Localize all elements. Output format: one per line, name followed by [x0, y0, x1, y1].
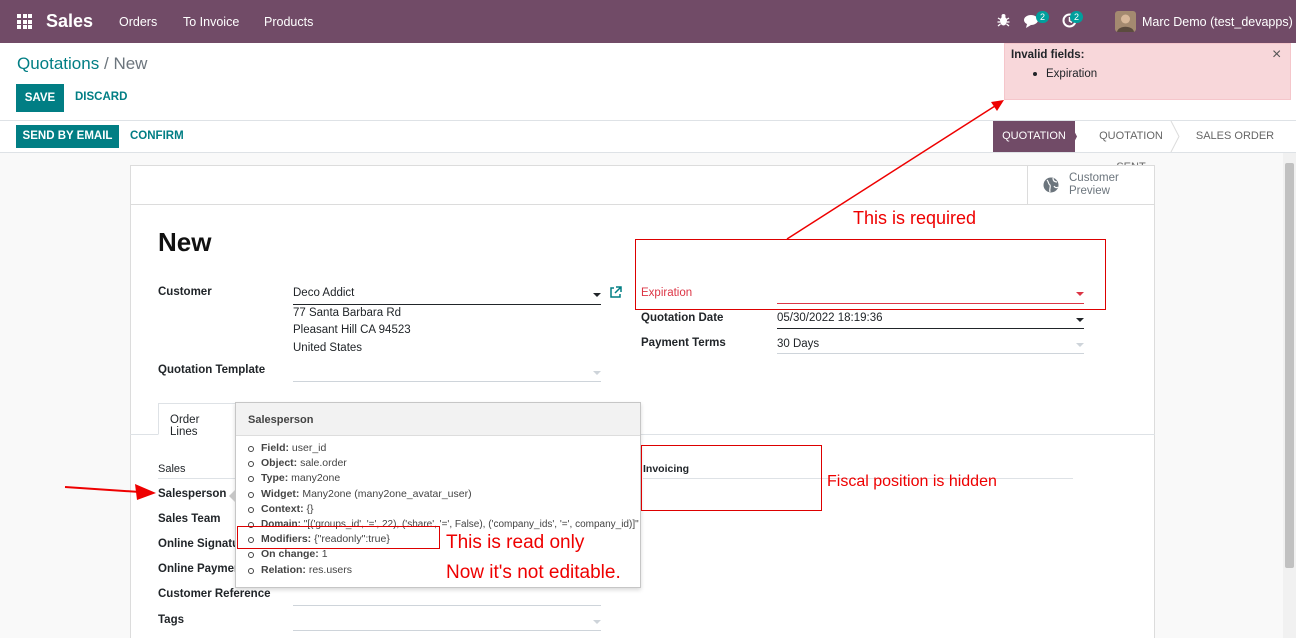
quotation-date-label: Quotation Date — [641, 312, 724, 324]
tooltip-row: Context: {} — [248, 502, 639, 517]
scrollbar-thumb[interactable] — [1285, 163, 1294, 568]
quotation-template-input[interactable] — [293, 381, 601, 382]
tooltip-pointer — [229, 490, 235, 502]
tooltip-title: Salesperson — [236, 403, 640, 436]
payment-terms-dropdown-icon[interactable] — [1076, 343, 1084, 347]
debug-bug-icon[interactable] — [997, 13, 1010, 30]
field-tooltip: Salesperson Field: user_id Object: sale.… — [235, 402, 641, 588]
user-menu[interactable]: Marc Demo (test_devapps) — [1142, 15, 1293, 29]
annotation-readonly: This is read only — [446, 532, 585, 553]
menu-products[interactable]: Products — [264, 15, 313, 29]
customer-dropdown-icon[interactable] — [593, 293, 601, 297]
address-line-1: 77 Santa Barbara Rd — [293, 307, 402, 319]
tags-input[interactable] — [293, 630, 601, 631]
notification-title: Invalid fields: — [1011, 49, 1085, 61]
record-title: New — [158, 227, 212, 257]
online-signature-label: Online Signatu — [158, 538, 240, 550]
status-bar: SEND BY EMAIL CONFIRM QUOTATION QUOTATIO… — [0, 121, 1296, 173]
customer-label: Customer — [158, 286, 212, 298]
payment-terms-label: Payment Terms — [641, 337, 726, 349]
breadcrumb-current: New — [113, 54, 148, 73]
salesperson-label: Salesperson — [158, 488, 227, 500]
customer-reference-label: Customer Reference — [158, 588, 271, 600]
tags-dropdown-icon[interactable] — [593, 620, 601, 624]
annotation-required: This is required — [853, 208, 977, 228]
tooltip-row: Object: sale.order — [248, 456, 639, 471]
annotation-fiscal-hidden: Fiscal position is hidden — [827, 473, 997, 490]
notification-item: Expiration — [1046, 68, 1098, 80]
customer-underline — [293, 304, 601, 305]
template-dropdown-icon[interactable] — [593, 371, 601, 375]
customer-preview-button[interactable]: Customer Preview — [1027, 166, 1155, 204]
activity-count-badge: 2 — [1070, 11, 1084, 23]
notification-bullet — [1033, 72, 1037, 76]
quotation-date-input[interactable]: 05/30/2022 18:19:36 — [777, 312, 883, 324]
sheet-divider — [131, 204, 1154, 205]
stage-quotation-sent[interactable]: QUOTATION SENT — [1083, 121, 1179, 173]
globe-icon — [1043, 177, 1059, 193]
sales-team-label: Sales Team — [158, 513, 221, 525]
quotation-date-dropdown-icon[interactable] — [1076, 318, 1084, 322]
customer-preview-line1: Customer — [1069, 172, 1119, 184]
payment-terms-input[interactable]: 30 Days — [777, 338, 819, 350]
online-payment-label: Online Paymen — [158, 563, 242, 575]
sales-group-heading: Sales — [158, 463, 186, 475]
tab-order-lines[interactable]: Order Lines — [158, 403, 238, 438]
invalid-fields-notification: Invalid fields: Expiration × — [1004, 43, 1291, 100]
breadcrumb-separator: / — [103, 54, 109, 73]
save-button[interactable]: SAVE — [16, 84, 64, 112]
chat-count-badge: 2 — [1036, 11, 1050, 23]
address-line-3: United States — [293, 342, 363, 354]
annotation-not-editable: Now it's not editable. — [446, 562, 621, 583]
apps-menu-icon[interactable] — [17, 14, 32, 29]
tooltip-row: Type: many2one — [248, 471, 639, 486]
invoicing-highlight-box — [641, 445, 822, 511]
quotation-template-label: Quotation Template — [158, 364, 266, 376]
menu-orders[interactable]: Orders — [119, 15, 157, 29]
user-avatar[interactable] — [1115, 11, 1136, 32]
modifiers-highlight-box — [237, 526, 440, 549]
quotation-date-underline — [777, 328, 1084, 329]
customer-reference-input[interactable] — [293, 605, 601, 606]
tooltip-details: Field: user_id Object: sale.order Type: … — [248, 441, 639, 578]
tooltip-row: Field: user_id — [248, 441, 639, 456]
tooltip-row: Widget: Many2one (many2one_avatar_user) — [248, 487, 639, 502]
tags-label: Tags — [158, 614, 184, 626]
notification-close-icon[interactable]: × — [1272, 46, 1281, 64]
menu-to-invoice[interactable]: To Invoice — [183, 15, 239, 29]
confirm-button[interactable]: CONFIRM — [130, 130, 184, 142]
customer-input[interactable]: Deco Addict — [293, 287, 354, 299]
customer-preview-line2: Preview — [1069, 185, 1110, 197]
page-scrollbar[interactable] — [1283, 153, 1296, 638]
breadcrumb: Quotations / New — [17, 54, 147, 74]
payment-terms-underline — [777, 353, 1084, 354]
app-name[interactable]: Sales — [46, 11, 93, 32]
breadcrumb-quotations[interactable]: Quotations — [17, 54, 99, 73]
external-link-icon[interactable] — [609, 286, 622, 299]
address-line-2: Pleasant Hill CA 94523 — [293, 324, 411, 336]
stage-quotation[interactable]: QUOTATION — [993, 121, 1075, 152]
expiration-highlight-box — [635, 239, 1106, 310]
top-navbar: Sales Orders To Invoice Products 2 2 Mar… — [0, 0, 1296, 43]
discard-button[interactable]: DISCARD — [75, 91, 127, 103]
stage-sales-order[interactable]: SALES ORDER — [1190, 121, 1280, 152]
send-by-email-button[interactable]: SEND BY EMAIL — [16, 125, 119, 148]
